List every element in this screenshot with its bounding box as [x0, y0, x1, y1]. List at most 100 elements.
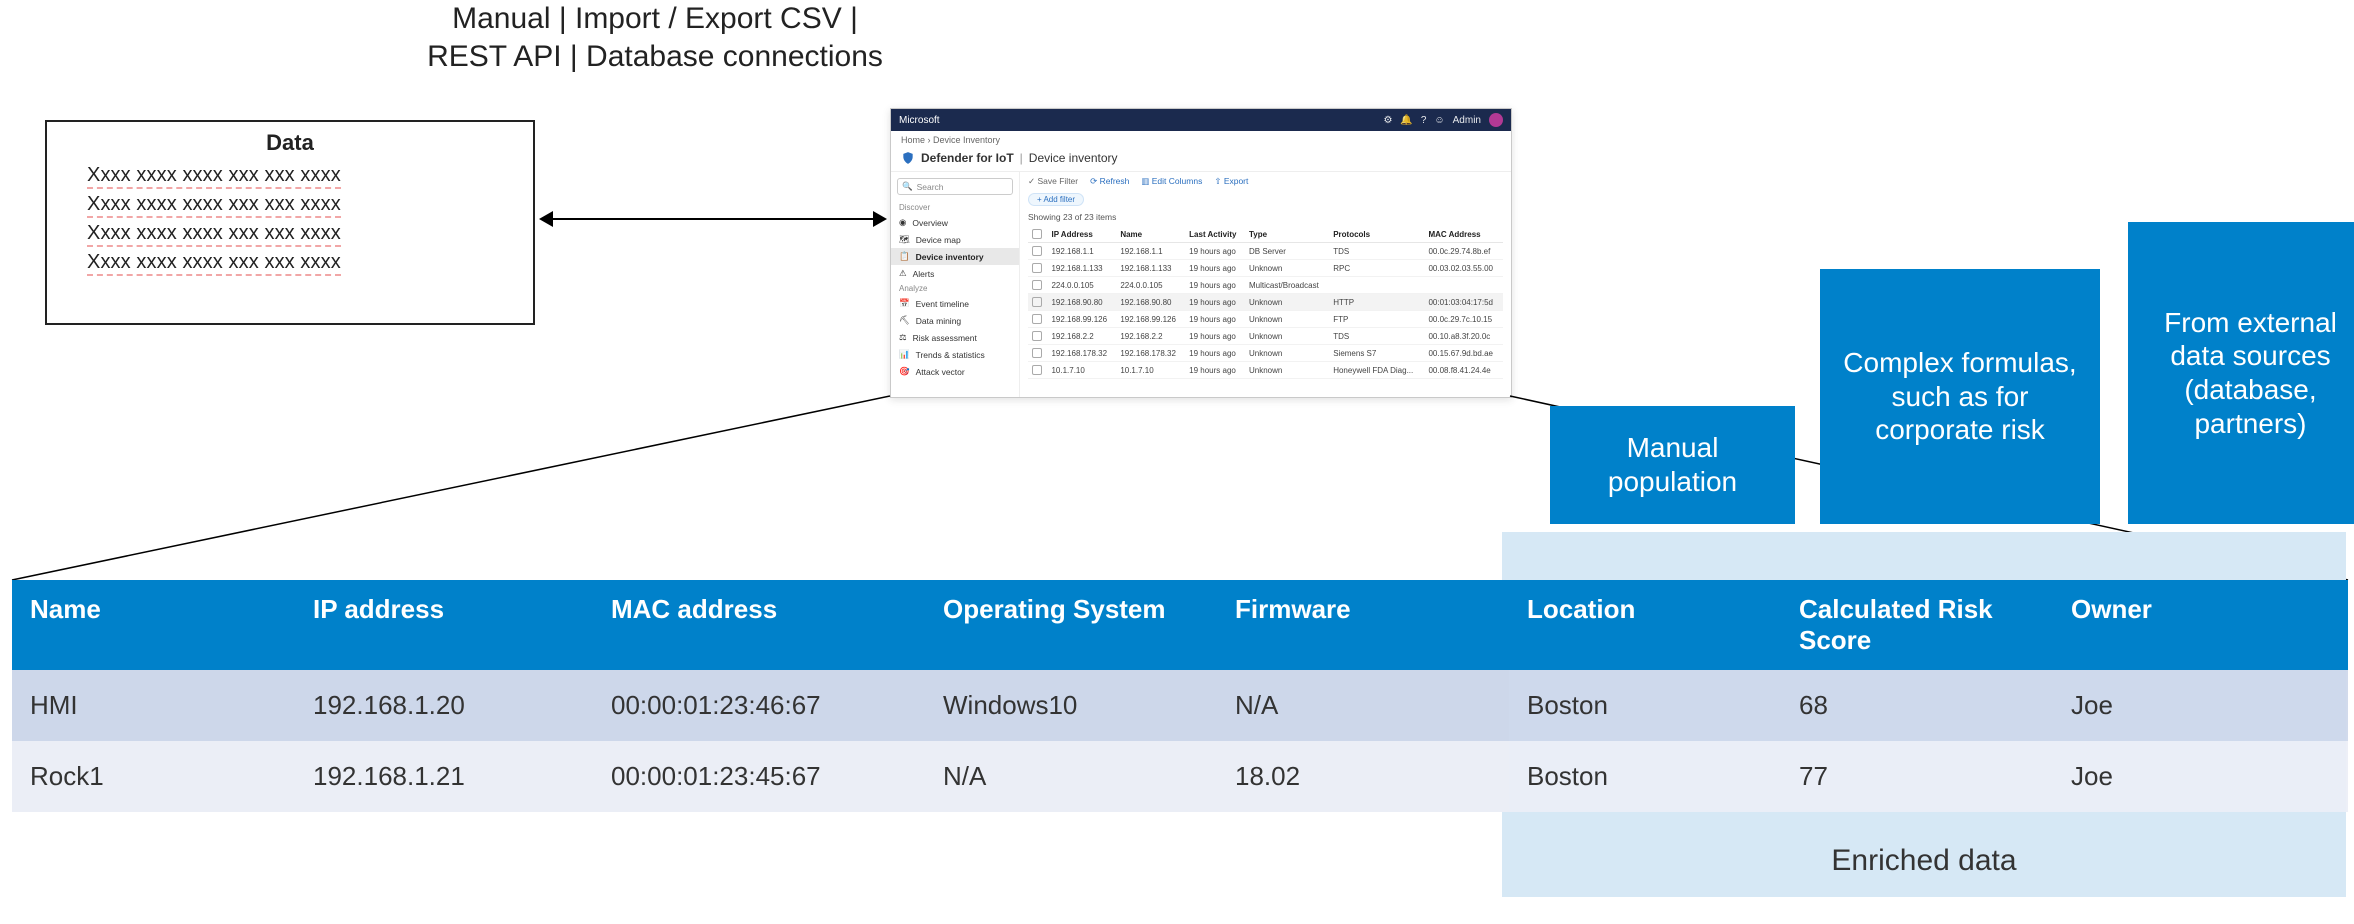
sidebar-item-overview[interactable]: ◉Overview	[891, 214, 1019, 231]
sidebar-section-analyze: Analyze	[891, 282, 1019, 295]
add-filter-pill[interactable]: + Add filter	[1028, 193, 1084, 206]
table-row: Rock1192.168.1.2100:00:01:23:45:67N/A18.…	[12, 741, 2348, 812]
table-row[interactable]: 192.168.1.1192.168.1.119 hours agoDB Ser…	[1028, 243, 1503, 260]
sidebar-item-data-mining[interactable]: ⛏Data mining	[891, 312, 1019, 329]
checkbox-icon[interactable]	[1032, 365, 1042, 375]
sidebar-item-device-map[interactable]: 🗺 Device map	[891, 231, 1019, 248]
cell-name: HMI	[12, 670, 295, 741]
cell: Honeywell FDA Diag...	[1329, 362, 1424, 379]
export-button[interactable]: ⇧ Export	[1214, 176, 1248, 187]
column-header[interactable]: Last Activity	[1185, 226, 1245, 243]
avatar-icon[interactable]	[1489, 113, 1503, 127]
column-header[interactable]: IP Address	[1047, 226, 1116, 243]
sidebar-item-label: Trends & statistics	[916, 350, 985, 360]
row-checkbox[interactable]	[1028, 260, 1047, 277]
sidebar-item-attack-vector[interactable]: 🎯Attack vector	[891, 363, 1019, 380]
sidebar-item-event-timeline[interactable]: 📅Event timeline	[891, 295, 1019, 312]
edit-columns-button[interactable]: ▥ Edit Columns	[1141, 176, 1202, 187]
top-annotation-line1: Manual | Import / Export CSV |	[452, 2, 858, 35]
sidebar-item-label: Overview	[912, 218, 947, 228]
risk-icon: ⚖	[899, 332, 907, 343]
column-header-risk: Calculated Risk Score	[1781, 580, 2053, 670]
cell: 192.168.90.80	[1047, 294, 1116, 311]
cell: 00.03.02.03.55.00	[1424, 260, 1503, 277]
checkbox-icon[interactable]	[1032, 229, 1042, 239]
help-icon[interactable]: ?	[1421, 115, 1427, 126]
column-header[interactable]: MAC Address	[1424, 226, 1503, 243]
callout-complex-formulas: Complex formulas, such as for corporate …	[1820, 269, 2100, 524]
search-placeholder: Search	[917, 182, 944, 192]
cell: Unknown	[1245, 362, 1329, 379]
alert-icon: ⚠	[899, 268, 907, 279]
cell: 00.0c.29.74.8b.ef	[1424, 243, 1503, 260]
cell-os: N/A	[925, 741, 1217, 812]
checkbox-icon[interactable]	[1032, 280, 1042, 290]
cell: 192.168.2.2	[1047, 328, 1116, 345]
table-row[interactable]: 192.168.99.126192.168.99.12619 hours ago…	[1028, 311, 1503, 328]
data-source-title: Data	[87, 130, 493, 156]
column-header-owner: Owner	[2053, 580, 2348, 670]
table-row[interactable]: 192.168.1.133192.168.1.13319 hours agoUn…	[1028, 260, 1503, 277]
app-user: Admin	[1453, 115, 1481, 126]
breadcrumb: Home › Device Inventory	[891, 131, 1511, 149]
sidebar-item-label: Device inventory	[916, 252, 984, 262]
enriched-caption: Enriched data	[1502, 844, 2346, 878]
cell: Siemens S7	[1329, 345, 1424, 362]
sidebar-item-label: Event timeline	[916, 299, 969, 309]
column-header[interactable]: Type	[1245, 226, 1329, 243]
row-checkbox[interactable]	[1028, 243, 1047, 260]
sidebar-item-label: Device map	[916, 235, 961, 245]
sidebar-item-label: Data mining	[916, 316, 961, 326]
cell: 00.15.67.9d.bd.ae	[1424, 345, 1503, 362]
map-icon: 🗺	[899, 234, 910, 245]
checkbox-icon[interactable]	[1032, 331, 1042, 341]
cell: TDS	[1329, 243, 1424, 260]
column-header[interactable]: Protocols	[1329, 226, 1424, 243]
refresh-button[interactable]: ⟳ Refresh	[1090, 176, 1129, 187]
checkbox-icon[interactable]	[1032, 246, 1042, 256]
feedback-icon[interactable]: ☺	[1434, 115, 1444, 126]
cell-os: Windows10	[925, 670, 1217, 741]
cell-fw: 18.02	[1217, 741, 1509, 812]
sidebar-item-trends[interactable]: 📊Trends & statistics	[891, 346, 1019, 363]
column-header[interactable]: Name	[1116, 226, 1185, 243]
row-checkbox[interactable]	[1028, 294, 1047, 311]
cell: 00.0c.29.7c.10.15	[1424, 311, 1503, 328]
cell-risk: 68	[1781, 670, 2053, 741]
row-checkbox[interactable]	[1028, 311, 1047, 328]
save-filter-button[interactable]: ✓ Save Filter	[1028, 176, 1078, 187]
table-row[interactable]: 192.168.90.80192.168.90.8019 hours agoUn…	[1028, 294, 1503, 311]
cell-owner: Joe	[2053, 670, 2348, 741]
cell: 19 hours ago	[1185, 260, 1245, 277]
cell: 192.168.1.1	[1116, 243, 1185, 260]
table-row[interactable]: 192.168.2.2192.168.2.219 hours agoUnknow…	[1028, 328, 1503, 345]
gear-icon[interactable]: ⚙	[1383, 115, 1392, 126]
column-header-os: Operating System	[925, 580, 1217, 670]
bell-icon[interactable]: 🔔	[1400, 115, 1412, 126]
search-input[interactable]: 🔍 Search	[897, 178, 1013, 195]
cell: 224.0.0.105	[1047, 277, 1116, 294]
callout-external-data-sources: From external data sources (database, pa…	[2128, 222, 2354, 524]
sidebar-item-alerts[interactable]: ⚠ Alerts	[891, 265, 1019, 282]
table-row[interactable]: 224.0.0.105224.0.0.10519 hours agoMultic…	[1028, 277, 1503, 294]
checkbox-icon[interactable]	[1032, 297, 1042, 307]
cell-mac: 00:00:01:23:46:67	[593, 670, 925, 741]
table-row[interactable]: 192.168.178.32192.168.178.3219 hours ago…	[1028, 345, 1503, 362]
cell-fw: N/A	[1217, 670, 1509, 741]
page-title: Device inventory	[1029, 151, 1118, 165]
row-checkbox[interactable]	[1028, 328, 1047, 345]
sidebar-item-device-inventory[interactable]: 📋Device inventory	[891, 248, 1019, 265]
row-checkbox[interactable]	[1028, 362, 1047, 379]
sidebar-item-risk-assessment[interactable]: ⚖Risk assessment	[891, 329, 1019, 346]
sidebar-item-label: Alerts	[913, 269, 935, 279]
checkbox-icon[interactable]	[1032, 348, 1042, 358]
row-checkbox[interactable]	[1028, 277, 1047, 294]
row-checkbox[interactable]	[1028, 345, 1047, 362]
checkbox-icon[interactable]	[1032, 263, 1042, 273]
cell: 192.168.1.133	[1047, 260, 1116, 277]
sidebar-section-discover: Discover	[891, 201, 1019, 214]
table-row[interactable]: 10.1.7.1010.1.7.1019 hours agoUnknownHon…	[1028, 362, 1503, 379]
cell: 19 hours ago	[1185, 243, 1245, 260]
checkbox-icon[interactable]	[1032, 314, 1042, 324]
cell	[1424, 277, 1503, 294]
